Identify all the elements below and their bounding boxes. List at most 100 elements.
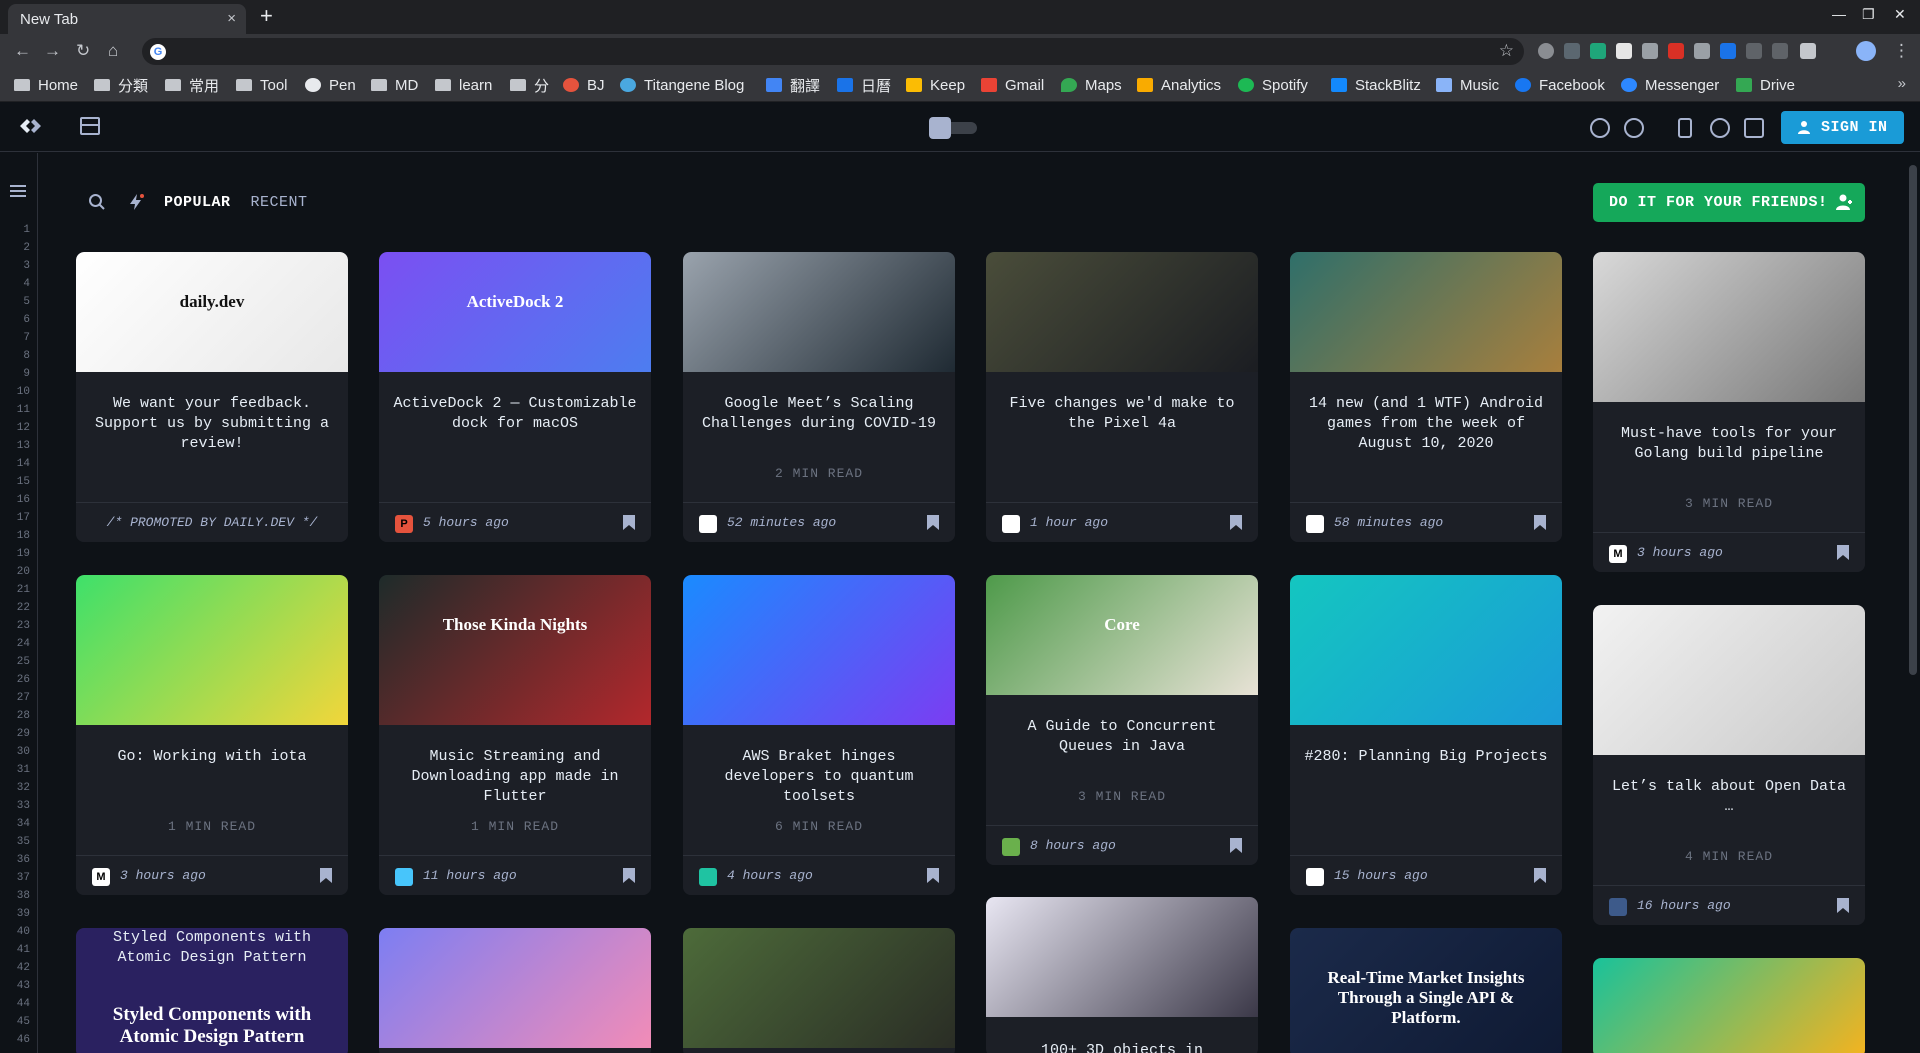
address-input[interactable] [172,41,1472,62]
source-icon[interactable] [1609,898,1627,916]
bookmark-icon[interactable] [1837,545,1849,560]
bookmark-home[interactable]: Home [14,75,78,95]
layout-icon[interactable] [80,117,100,135]
forward-icon[interactable]: → [44,41,61,61]
article-card[interactable]: Five changes we'd make to the Pixel 4a 1 … [986,252,1258,542]
bookmark-icon[interactable] [1230,838,1242,853]
search-icon[interactable] [88,193,106,211]
bookmark-folder[interactable]: Tool [236,75,288,95]
source-icon[interactable]: M [1609,545,1627,563]
bookmark-folder[interactable]: 分 [510,75,549,95]
extension-icon[interactable] [1538,43,1554,59]
source-icon[interactable] [1002,515,1020,533]
bookmark-icon[interactable] [927,515,939,530]
bookmark-maps[interactable]: Maps [1061,75,1122,95]
bookmark-icon[interactable] [1837,898,1849,913]
hamburger-menu-icon[interactable] [10,185,26,197]
article-card[interactable]: #280: Planning Big Projects 15 hours ago [1290,575,1562,895]
bookmark-gmail[interactable]: Gmail [981,75,1044,95]
extension-icon[interactable] [1590,43,1606,59]
extension-icon[interactable] [1720,43,1736,59]
source-icon[interactable]: M [92,868,110,886]
bookmark-stackblitz[interactable]: StackBlitz [1331,75,1421,95]
article-card[interactable] [379,928,651,1053]
extension-icon[interactable] [1616,43,1632,59]
profile-avatar[interactable] [1856,41,1876,61]
mobile-icon[interactable] [1678,118,1692,138]
article-title[interactable]: We want your feedback. Support us by sub… [90,394,334,454]
source-icon[interactable] [699,868,717,886]
bookmark-music[interactable]: Music [1436,75,1499,95]
article-card[interactable]: AWS Braket hinges developers to quantum … [683,575,955,895]
address-bar[interactable]: G ☆ [142,38,1524,65]
bookmarks-toggle[interactable] [929,117,977,139]
article-card[interactable]: Let’s talk about Open Data … 4 MIN READ 16… [1593,605,1865,925]
home-icon[interactable]: ⌂ [108,41,118,61]
article-title[interactable]: 100+ 3D objects in [1000,1041,1244,1053]
back-icon[interactable]: ← [14,41,31,61]
article-title[interactable]: 14 new (and 1 WTF) Android games from th… [1304,394,1548,454]
terminal-icon[interactable] [1744,118,1764,138]
bookmark-folder[interactable]: learn [435,75,492,95]
tab-popular[interactable]: POPULAR [164,194,231,211]
bookmark-keep[interactable]: Keep [906,75,965,95]
tab-close-icon[interactable]: × [227,10,236,27]
product-hunt-icon[interactable] [1624,118,1644,138]
article-card[interactable]: Real-Time Market Insights Through a Sing… [1290,928,1562,1053]
scrollbar-thumb[interactable] [1909,165,1917,675]
article-title[interactable]: A Guide to Concurrent Queues in Java [1000,717,1244,757]
bookmark-star-icon[interactable]: ☆ [1499,41,1514,61]
invite-friends-button[interactable]: DO IT FOR YOUR FRIENDS! [1593,183,1865,222]
article-title[interactable]: #280: Planning Big Projects [1304,747,1548,767]
sign-in-button[interactable]: SIGN IN [1781,111,1904,144]
bookmark-bj[interactable]: BJ [563,75,605,95]
article-title[interactable]: Let’s talk about Open Data … [1607,777,1851,817]
bookmark-drive[interactable]: Drive [1736,75,1795,95]
github-icon[interactable] [1590,118,1610,138]
article-card[interactable]: 100+ 3D objects in [986,897,1258,1053]
bookmark-icon[interactable] [1230,515,1242,530]
extension-icon[interactable] [1746,43,1762,59]
bookmarks-overflow-icon[interactable]: » [1898,75,1906,92]
bookmark-folder[interactable]: 分類 [94,75,148,95]
tab-recent[interactable]: RECENT [251,194,308,211]
extension-icon[interactable] [1772,43,1788,59]
reload-icon[interactable]: ↻ [76,41,90,61]
extension-icon[interactable] [1564,43,1580,59]
bookmark-pen[interactable]: Pen [305,75,356,95]
bookmark-icon[interactable] [320,868,332,883]
bookmark-icon[interactable] [1534,515,1546,530]
extensions-puzzle-icon[interactable] [1800,43,1816,59]
bookmark-analytics[interactable]: Analytics [1137,75,1221,95]
extension-icon[interactable] [1694,43,1710,59]
restore-icon[interactable]: ❐ [1862,6,1875,23]
close-window-icon[interactable]: ✕ [1894,6,1906,23]
tab-new-tab[interactable]: New Tab × [8,4,246,34]
new-tab-button[interactable]: + [260,3,273,29]
article-card[interactable]: Google Meet’s Scaling Challenges during … [683,252,955,542]
history-icon[interactable] [1710,118,1730,138]
article-card[interactable]: ActiveDock 2 ActiveDock 2 — Customizable … [379,252,651,542]
scrollbar[interactable] [1906,153,1920,1053]
minimize-icon[interactable]: — [1832,6,1846,22]
bookmark-icon[interactable] [623,868,635,883]
article-title[interactable]: Google Meet’s Scaling Challenges during … [697,394,941,434]
bookmark-calendar[interactable]: 日曆 [837,75,891,95]
article-card[interactable]: Those Kinda Nights Music Streaming and Do… [379,575,651,895]
source-icon[interactable] [395,868,413,886]
article-title[interactable]: ActiveDock 2 — Customizable dock for mac… [393,394,637,434]
article-card[interactable] [683,928,955,1053]
bookmark-facebook[interactable]: Facebook [1515,75,1605,95]
article-card[interactable]: daily.dev We want your feedback. Support … [76,252,348,542]
article-title[interactable]: AWS Braket hinges developers to quantum … [697,747,941,807]
extension-icon[interactable] [1642,43,1658,59]
bookmark-icon[interactable] [623,515,635,530]
article-title[interactable]: Five changes we'd make to the Pixel 4a [1000,394,1244,434]
article-card[interactable]: 14 new (and 1 WTF) Android games from th… [1290,252,1562,542]
article-card[interactable]: Styled Components with Atomic Design Pat… [76,928,348,1053]
article-card[interactable]: Must-have tools for your Golang build pi… [1593,252,1865,572]
article-title[interactable]: Music Streaming and Downloading app made… [393,747,637,807]
bookmark-titangene-blog[interactable]: Titangene Blog [620,75,744,95]
source-icon[interactable] [1002,838,1020,856]
article-card[interactable] [1593,958,1865,1053]
